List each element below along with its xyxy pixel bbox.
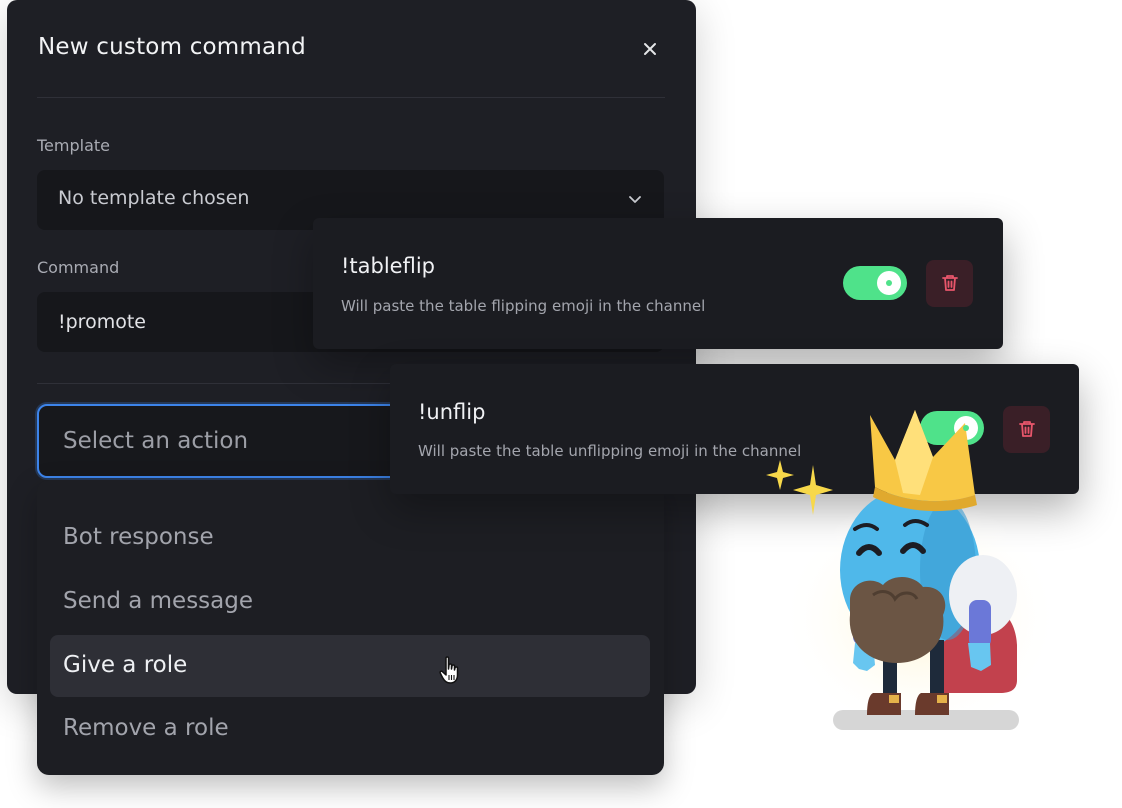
- command-label: Command: [37, 258, 120, 277]
- option-bot-response[interactable]: Bot response: [50, 507, 650, 569]
- close-icon: [644, 43, 656, 55]
- template-value: No template chosen: [58, 187, 250, 209]
- command-description: Will paste the table unflipping emoji in…: [418, 442, 802, 460]
- modal-title: New custom command: [38, 34, 306, 60]
- template-label: Template: [37, 136, 111, 155]
- option-label: Bot response: [63, 524, 214, 550]
- option-give-role[interactable]: Give a role: [50, 635, 650, 697]
- option-remove-role[interactable]: Remove a role: [50, 698, 650, 760]
- hand-cursor-icon: [439, 656, 459, 684]
- enabled-toggle[interactable]: [843, 266, 907, 300]
- option-send-message[interactable]: Send a message: [50, 571, 650, 633]
- command-card-tableflip: !tableflip Will paste the table flipping…: [313, 218, 1003, 349]
- action-placeholder: Select an action: [63, 428, 249, 454]
- trash-icon: [942, 275, 958, 291]
- chevron-down-icon: [629, 196, 641, 203]
- close-button[interactable]: [639, 38, 661, 60]
- toggle-knob: [963, 425, 969, 431]
- option-label: Give a role: [63, 652, 188, 678]
- delete-button[interactable]: [926, 260, 973, 307]
- header-divider: [37, 97, 665, 98]
- toggle-knob: [886, 280, 892, 286]
- command-value: !promote: [58, 311, 146, 333]
- command-name: !unflip: [418, 400, 486, 424]
- option-label: Send a message: [63, 588, 254, 614]
- sparkle-icon: [766, 460, 794, 490]
- command-description: Will paste the table flipping emoji in t…: [341, 297, 706, 315]
- action-dropdown: Bot response Send a message Give a role …: [37, 480, 664, 775]
- action-select[interactable]: Select an action: [37, 404, 417, 478]
- option-label: Remove a role: [63, 715, 229, 741]
- command-name: !tableflip: [341, 254, 435, 278]
- sparkle-icon: [793, 465, 833, 515]
- king-mascot-illustration: [766, 410, 1055, 730]
